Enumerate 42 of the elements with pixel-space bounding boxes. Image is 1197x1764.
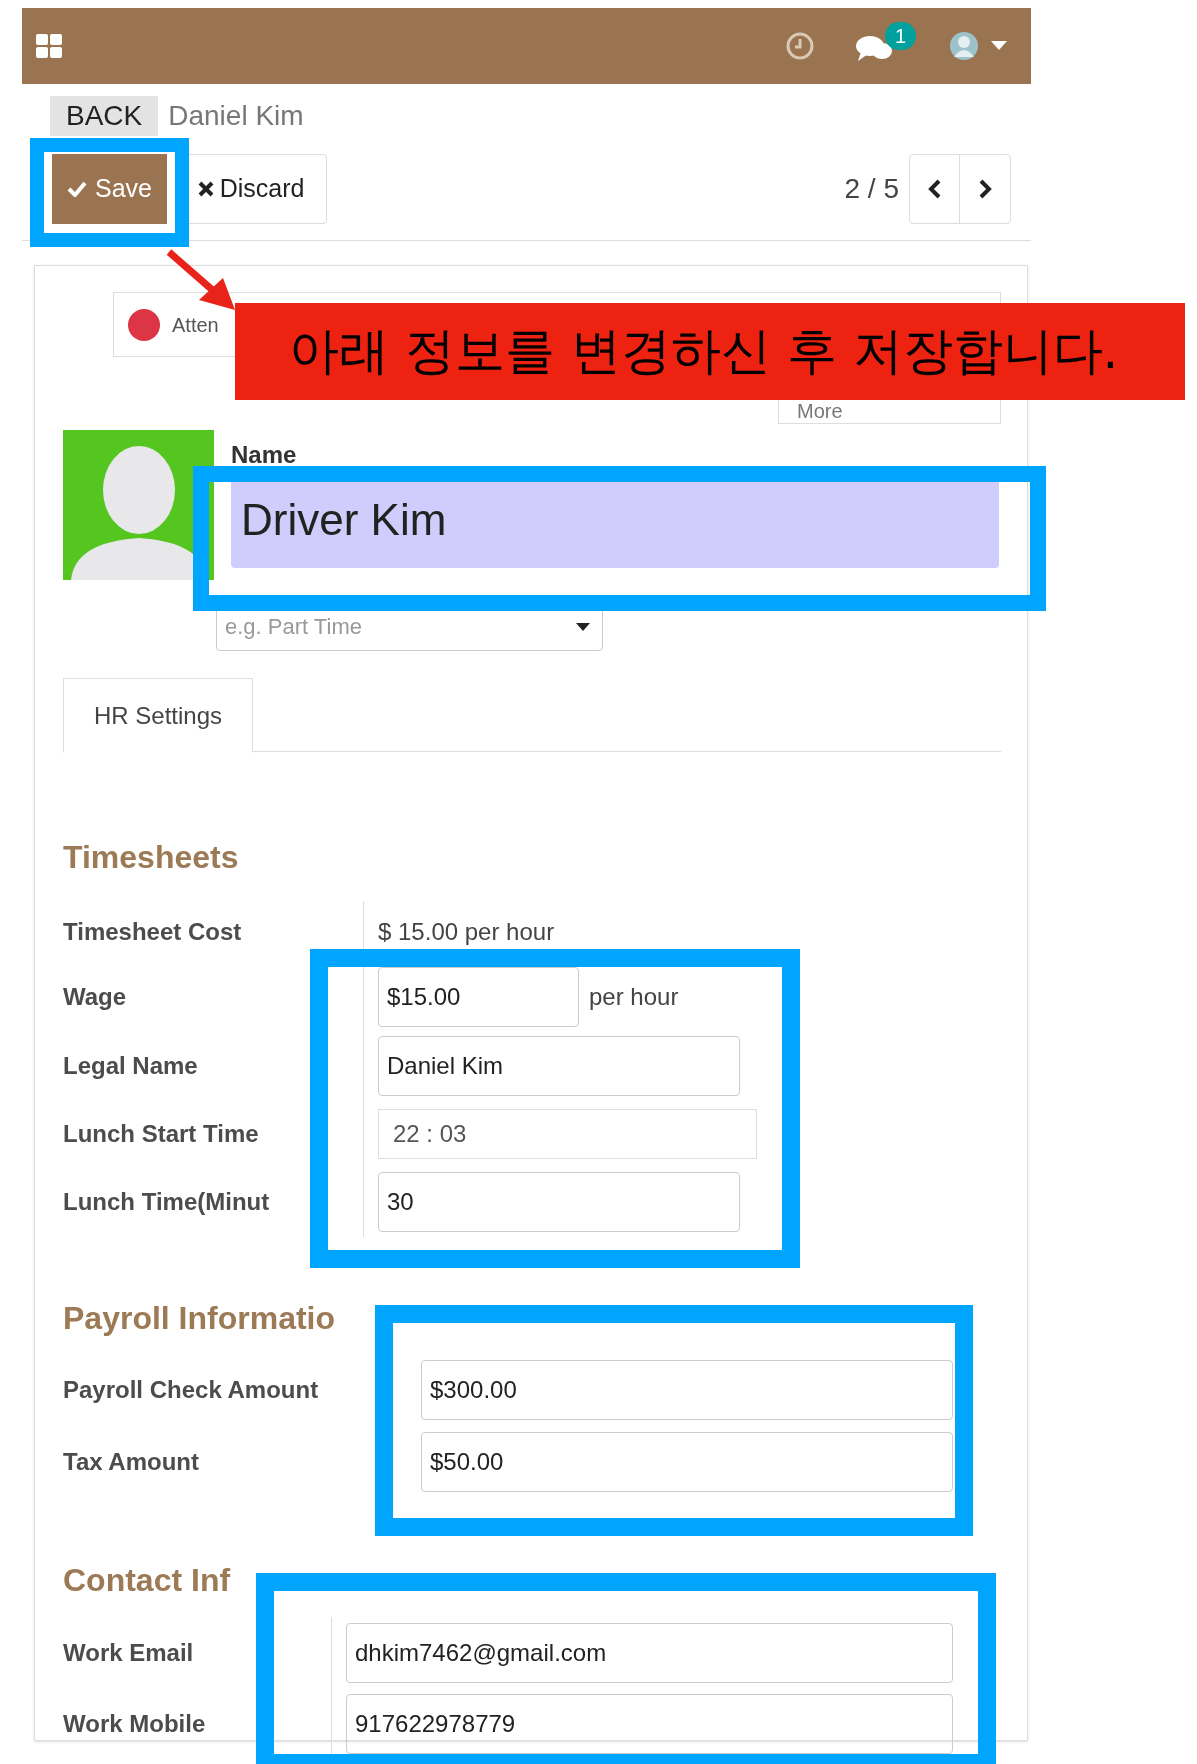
- input-field[interactable]: dhkim7462@gmail.com: [346, 1622, 953, 1683]
- field-label: Payroll Check Amount: [63, 1375, 320, 1405]
- avatar-icon[interactable]: [949, 31, 979, 61]
- caret-icon[interactable]: [991, 41, 1007, 51]
- field-label: Lunch Start Time: [63, 1119, 260, 1149]
- input-field[interactable]: $50.00: [421, 1432, 953, 1492]
- time-field[interactable]: 22 : 03: [378, 1109, 757, 1159]
- field-label: Wage: [63, 982, 128, 1012]
- annotation-callout: 아래 정보를 변경하신 후 저장합니다.: [235, 303, 1185, 400]
- breadcrumb-title: Daniel Kim: [168, 99, 304, 133]
- pager-text: 2 / 5: [844, 172, 899, 206]
- job-placeholder: e.g. Part Time: [225, 613, 362, 641]
- field-label: Work Email: [63, 1637, 195, 1668]
- back-link[interactable]: BACK: [50, 96, 159, 136]
- chat-icon[interactable]: [855, 34, 893, 64]
- employee-photo[interactable]: [63, 430, 214, 580]
- caret-icon: [576, 622, 590, 631]
- section-heading: Contact Inf: [63, 1561, 232, 1600]
- message-count-badge: 1: [885, 22, 917, 50]
- name-label: Name: [231, 440, 298, 470]
- apps-menu-icon[interactable]: [36, 34, 62, 58]
- field-label: Legal Name: [63, 1051, 199, 1081]
- field-label: Lunch Time(Minut: [63, 1187, 271, 1217]
- field-label: Tax Amount: [63, 1447, 200, 1477]
- chevron-left-icon: [927, 179, 942, 199]
- timesheet-cost-value: $ 15.00 per hour: [378, 917, 555, 947]
- check-icon: [67, 181, 87, 197]
- input-field[interactable]: Daniel Kim: [378, 1036, 740, 1096]
- input-field[interactable]: $300.00: [421, 1360, 953, 1420]
- input-field[interactable]: $15.00: [378, 967, 579, 1027]
- close-icon: [197, 181, 214, 197]
- section-heading: Timesheets: [63, 838, 240, 877]
- section-heading: Payroll Informatio: [63, 1299, 337, 1338]
- field-label: Timesheet Cost: [63, 917, 243, 947]
- chevron-right-icon: [978, 179, 992, 199]
- unit-text: per hour: [589, 982, 679, 1012]
- input-field[interactable]: 30: [378, 1172, 740, 1232]
- input-field[interactable]: 917622978779: [346, 1693, 953, 1754]
- field-label: Work Mobile: [63, 1708, 207, 1739]
- save-button[interactable]: Save: [52, 154, 167, 224]
- tab[interactable]: HR Settings: [63, 678, 253, 753]
- clock-icon[interactable]: [785, 31, 815, 61]
